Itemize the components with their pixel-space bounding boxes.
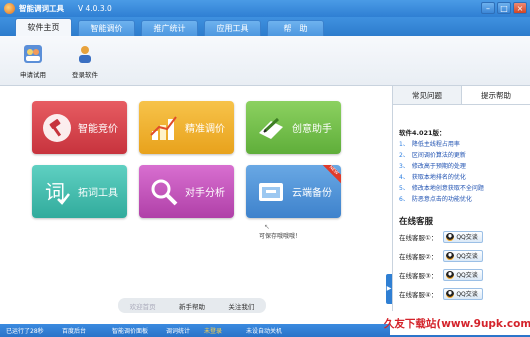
word-stats-link[interactable]: 调词统计 [166,326,190,335]
list-item[interactable]: 4、 获取本地排名的优化 [399,172,530,183]
watermark-text: 久友下载站(www.9upk.com) [384,311,530,335]
update-list: 1、 降低主线程占用率 2、 区间调价算法的更新 3、 修改高于预期的处理 4、 获取本… [399,139,530,205]
cloud-folder-icon [256,177,286,207]
smart-price-panel-link[interactable]: 智能调价面板 [112,326,148,335]
precise-price-tile[interactable]: 精准调价 [139,101,234,154]
tab-tips[interactable]: 提示帮助 [461,86,530,104]
pen-paper-icon [256,113,286,143]
online-service-title: 在线客服 [399,217,434,227]
list-item[interactable]: 3、 修改高于预期的处理 [399,161,530,172]
users-icon [23,44,43,64]
tab-help[interactable]: 帮 助 [267,20,324,36]
service-row: 在线客服①： QQ交谈 [399,227,530,246]
svg-text:词: 词 [45,180,65,204]
login-status: 未登录 [204,328,223,335]
newbie-help-link[interactable]: 新手帮助 [179,301,205,311]
tab-faq[interactable]: 常见问题 [393,86,461,104]
qq-chat-button[interactable]: QQ交谈 [443,249,484,262]
hint-text: ↖ 可保存哦哦哦！ [259,223,302,240]
service-row: 在线客服③： QQ交谈 [399,265,530,284]
cloud-backup-label: 云端备份 [292,188,332,199]
tab-tools[interactable]: 应用工具 [204,20,261,36]
precise-price-label: 精准调价 [185,124,225,135]
window-title: 智能调词工具 [19,4,64,13]
list-item[interactable]: 6、 防恶意点击的功能优化 [399,194,530,205]
keyword-tool-tile[interactable]: 词 拓词工具 [32,165,127,218]
list-item[interactable]: 1、 降低主线程占用率 [399,139,530,150]
service-row: 在线客服②： QQ交谈 [399,246,530,265]
new-badge: NEW [321,165,341,185]
main-area: 智能竞价 精准调价 创意助手 词 拓词工具 对手分析 云端备份 NEW ↖ 可保… [0,86,392,324]
keyword-tool-label: 拓词工具 [78,188,118,199]
qq-penguin-icon [446,232,455,241]
competitor-analysis-tile[interactable]: 对手分析 [139,165,234,218]
maximize-button[interactable]: □ [497,2,511,14]
creative-assistant-label: 创意助手 [292,124,332,135]
title-bar: 智能调词工具 V 4.0.3.0 – □ × [0,0,530,17]
tab-smart-bid[interactable]: 智能调价 [78,20,135,36]
login-user-icon [75,44,95,64]
service-row: 在线客服④： QQ交谈 [399,284,530,303]
apply-trial-label: 申请试用 [20,71,46,79]
list-item[interactable]: 5、 修改本地创意获取不全问题 [399,183,530,194]
qq-chat-button[interactable]: QQ交谈 [443,268,484,281]
welcome-link[interactable]: 欢迎首页 [130,301,156,311]
qq-penguin-icon [446,251,455,260]
competitor-analysis-label: 对手分析 [185,188,225,199]
bar-chart-icon [149,113,179,143]
baidu-backend-link[interactable]: 百度后台 [62,326,86,335]
bottom-links: 欢迎首页 新手帮助 关注我们 [118,298,266,313]
qq-penguin-icon [446,270,455,279]
app-logo-icon [4,3,15,14]
version-label: V 4.0.3.0 [78,4,112,13]
cloud-backup-tile[interactable]: 云端备份 NEW [246,165,341,218]
creative-assistant-tile[interactable]: 创意助手 [246,101,341,154]
auto-shutdown-status[interactable]: 未设自动关机 [246,326,282,335]
word-icon: 词 [42,177,72,207]
qq-chat-button[interactable]: QQ交谈 [443,230,484,243]
qq-penguin-icon [446,289,455,298]
qq-chat-button[interactable]: QQ交谈 [443,287,484,300]
main-tabs: 软件主页 智能调价 推广统计 应用工具 帮 助 [0,17,530,36]
magnifier-icon [149,177,179,207]
list-item[interactable]: 2、 区间调价算法的更新 [399,150,530,161]
tab-statistics[interactable]: 推广统计 [141,20,198,36]
close-button[interactable]: × [513,2,527,14]
apply-trial-button[interactable]: 申请试用 [18,44,48,85]
runtime-status: 已运行了28秒 [6,328,44,335]
about-us-link[interactable]: 关注我们 [228,301,254,311]
right-panel: 常见问题 提示帮助 软件4.021版： 1、 降低主线程占用率 2、 区间调价算法的… [392,86,530,324]
cursor-icon: ↖ [264,223,270,231]
login-button[interactable]: 登录软件 [70,44,100,85]
smart-bid-label: 智能竞价 [78,124,118,135]
tab-home[interactable]: 软件主页 [15,18,72,36]
version-title: 软件4.021版： [399,129,446,137]
minimize-button[interactable]: – [481,2,495,14]
gavel-icon [42,113,72,143]
smart-bid-tile[interactable]: 智能竞价 [32,101,127,154]
toolbar: 申请试用 登录软件 [0,36,530,86]
login-label: 登录软件 [72,71,98,79]
